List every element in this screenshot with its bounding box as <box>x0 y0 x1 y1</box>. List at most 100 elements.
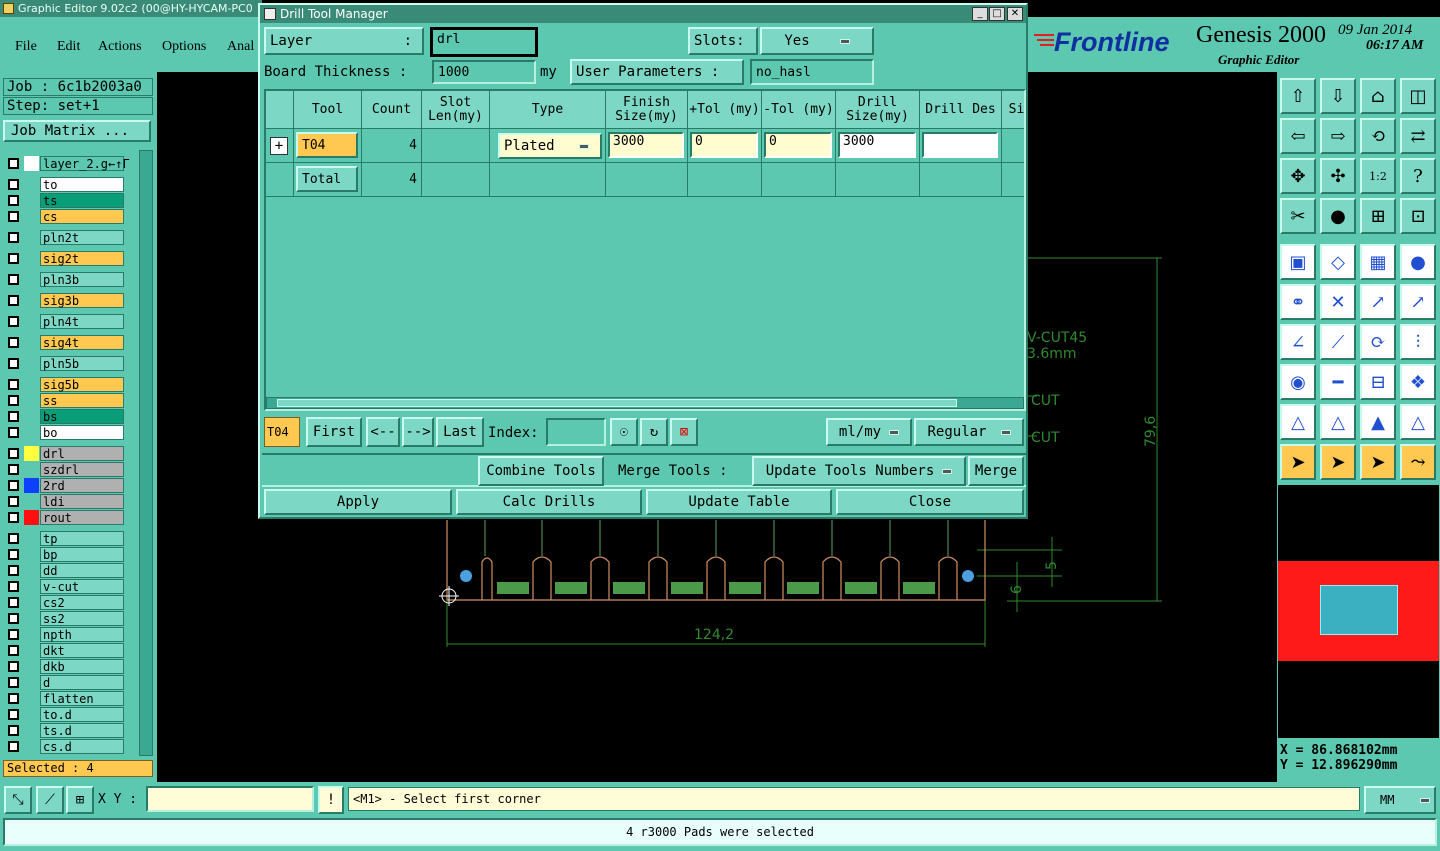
units-mode-dropdown[interactable]: ml/my <box>826 418 912 446</box>
finish-size-input[interactable]: 3000 <box>608 132 684 158</box>
layer-checkbox[interactable] <box>8 448 19 459</box>
layer-row[interactable]: ss <box>6 393 124 408</box>
layer-checkbox[interactable] <box>8 613 19 624</box>
tool-tri-c-button[interactable]: ▲ <box>1360 404 1396 440</box>
layer-checkbox[interactable] <box>8 411 19 422</box>
layer-row[interactable]: dd <box>6 563 124 578</box>
layer-row[interactable]: pln4t <box>6 314 124 329</box>
scroll-thumb[interactable] <box>277 399 957 407</box>
layer-row[interactable]: dkt <box>6 643 124 658</box>
layer-checkbox[interactable] <box>8 693 19 704</box>
layer-checkbox[interactable] <box>8 677 19 688</box>
layer-checkbox[interactable] <box>8 725 19 736</box>
layer-checkbox[interactable] <box>8 581 19 592</box>
layer-row[interactable]: to.d <box>6 707 124 722</box>
close-window-button[interactable]: ✕ <box>1007 7 1023 21</box>
apply-button[interactable]: Apply <box>264 489 452 515</box>
layer-checkbox[interactable] <box>8 661 19 672</box>
layer-checkbox[interactable] <box>8 316 19 327</box>
tool-dimension-button[interactable]: ⊟ <box>1360 364 1396 400</box>
layer-checkbox[interactable] <box>8 709 19 720</box>
layer-checkbox[interactable] <box>8 427 19 438</box>
tool-help-button[interactable]: ? <box>1400 158 1436 194</box>
layer-row[interactable]: ts.d <box>6 723 124 738</box>
layer-row[interactable]: pln2t <box>6 230 124 245</box>
tool-pan-down-button[interactable]: ⇩ <box>1320 78 1356 114</box>
tool-arrow-b-button[interactable]: ↗ <box>1400 284 1436 320</box>
drill-size-input[interactable]: 3000 <box>838 132 916 158</box>
layer-checkbox[interactable] <box>8 565 19 576</box>
bulb-button[interactable]: ☉ <box>610 418 638 446</box>
layer-checkbox[interactable] <box>8 533 19 544</box>
tool-rotate-button[interactable]: ⟲ <box>1360 118 1396 154</box>
tool-pointer-c-button[interactable]: ➤ <box>1360 444 1396 480</box>
layer-checkbox[interactable] <box>8 232 19 243</box>
tool-t04-button[interactable]: T04 <box>296 132 358 158</box>
tool-tri-d-button[interactable]: △ <box>1400 404 1436 440</box>
layer-checkbox[interactable] <box>8 179 19 190</box>
tool-ruler-button[interactable]: ▦ <box>1360 244 1396 280</box>
layer-row[interactable]: sig5b <box>6 377 124 392</box>
layer-checkbox[interactable] <box>8 253 19 264</box>
grid-button[interactable]: ⊞ <box>66 786 94 814</box>
slots-dropdown[interactable]: Yes <box>760 27 874 55</box>
tool-pad-button[interactable]: ● <box>1400 244 1436 280</box>
plus-tol-input[interactable]: 0 <box>690 132 758 158</box>
user-parameters-input[interactable]: no_hasl <box>750 59 874 85</box>
combine-tools-button[interactable]: Combine Tools <box>478 456 604 486</box>
expand-plus-icon[interactable]: + <box>270 137 288 155</box>
warning-button[interactable]: ! <box>318 786 344 814</box>
last-button[interactable]: Last <box>436 417 484 447</box>
menu-actions[interactable]: Actions <box>98 39 142 55</box>
tool-node-button[interactable]: ◉ <box>1280 364 1316 400</box>
tool-select-net-button[interactable]: ⊡ <box>1400 198 1436 234</box>
tool-arc-button[interactable]: ⟳ <box>1360 324 1396 360</box>
tool-swap-button[interactable]: ⇄ <box>1400 118 1436 154</box>
tool-scale-button[interactable]: 1:2 <box>1360 158 1396 194</box>
layer-checkbox[interactable] <box>8 379 19 390</box>
layer-row[interactable]: ldi <box>6 494 124 509</box>
layer-row[interactable]: cs.d <box>6 739 124 754</box>
merge-button[interactable]: Merge <box>968 456 1024 486</box>
close-button[interactable]: Close <box>836 489 1024 515</box>
layer-row[interactable]: cs <box>6 209 124 224</box>
next-button[interactable]: --> <box>402 417 434 447</box>
layer-row[interactable]: tp <box>6 531 124 546</box>
layer-row[interactable]: rout <box>6 510 124 525</box>
index-input[interactable] <box>546 418 606 446</box>
layer-row[interactable]: drl <box>6 446 124 461</box>
layer-row[interactable]: layer_2.g←↑Г <box>6 156 130 171</box>
maximize-button[interactable]: □ <box>989 7 1005 21</box>
refresh-button[interactable]: ↻ <box>640 418 668 446</box>
layer-checkbox[interactable] <box>8 645 19 656</box>
layer-row[interactable]: ss2 <box>6 611 124 626</box>
minimize-button[interactable]: _ <box>972 7 988 21</box>
menu-analysis[interactable]: Anal <box>227 39 254 55</box>
layer-row[interactable]: to <box>6 177 124 192</box>
tool-fit-button[interactable]: ◫ <box>1400 78 1436 114</box>
tool-pointer-button[interactable]: ➤ <box>1280 444 1316 480</box>
layer-checkbox[interactable] <box>8 464 19 475</box>
tool-tri-a-button[interactable]: △ <box>1280 404 1316 440</box>
layer-checkbox[interactable] <box>8 549 19 560</box>
update-table-button[interactable]: Update Table <box>646 489 832 515</box>
tool-pan-left-button[interactable]: ⇦ <box>1280 118 1316 154</box>
tool-arrow-a-button[interactable]: ↗ <box>1360 284 1396 320</box>
calc-drills-button[interactable]: Calc Drills <box>456 489 642 515</box>
dialog-titlebar[interactable]: Drill Tool Manager _ □ ✕ <box>260 5 1026 23</box>
layer-row[interactable]: ts <box>6 193 124 208</box>
layer-checkbox[interactable] <box>8 337 19 348</box>
tool-pan-up-button[interactable]: ⇧ <box>1280 78 1316 114</box>
menu-options[interactable]: Options <box>162 39 206 55</box>
units-dropdown[interactable]: MM <box>1364 786 1436 814</box>
prev-button[interactable]: <-- <box>366 417 400 447</box>
layer-row[interactable]: flatten <box>6 691 124 706</box>
tool-cut-button[interactable]: ✂ <box>1280 198 1316 234</box>
tool-pan-right-button[interactable]: ⇨ <box>1320 118 1356 154</box>
layer-row[interactable]: bs <box>6 409 124 424</box>
tool-point-button[interactable]: ● <box>1320 198 1356 234</box>
layer-row[interactable]: d <box>6 675 124 690</box>
layer-checkbox[interactable] <box>8 274 19 285</box>
first-button[interactable]: First <box>306 417 362 447</box>
menu-edit[interactable]: Edit <box>57 39 80 55</box>
